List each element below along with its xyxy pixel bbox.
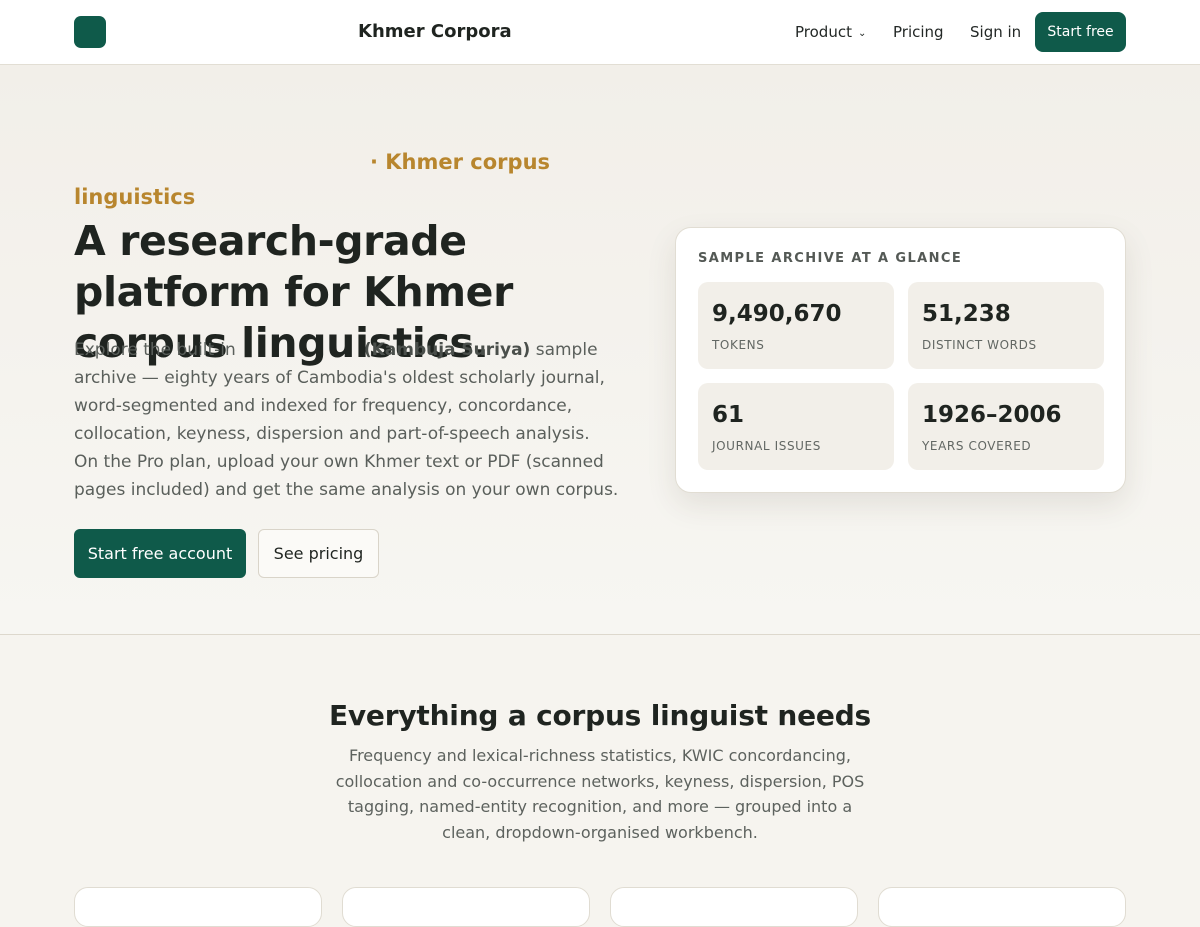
nav-sign-in-link[interactable]: Sign in: [970, 0, 1021, 64]
start-free-button[interactable]: Start free: [1035, 12, 1126, 52]
stat-value: 1926–2006: [922, 402, 1062, 428]
stat-label: TOKENS: [712, 338, 765, 352]
features-subtitle: Frequency and lexical-richness statistic…: [335, 746, 865, 842]
feature-card: [878, 887, 1126, 927]
stats-heading: SAMPLE ARCHIVE AT A GLANCE: [698, 251, 963, 266]
stat-label: JOURNAL ISSUES: [712, 439, 821, 453]
features-title: Everything a corpus linguist needs: [328, 699, 872, 732]
hero-eyebrow: · Khmer corpus linguistics: [74, 150, 551, 209]
nav-product-label: Product: [795, 23, 852, 41]
stat-label: DISTINCT WORDS: [922, 338, 1037, 352]
chevron-down-icon: ⌄: [857, 27, 867, 39]
hero-description: Explore the built-in (Kambuja Suriya) sam…: [74, 336, 619, 504]
feature-card: [74, 887, 322, 927]
stat-value: 61: [712, 402, 745, 428]
stat-years-covered: 1926–2006 YEARS COVERED: [908, 383, 1104, 470]
nav-pricing-link[interactable]: Pricing: [893, 0, 944, 64]
hero-description-start: Explore the built-in: [74, 340, 236, 360]
start-free-account-button[interactable]: Start free account: [74, 529, 246, 578]
stat-value: 9,490,670: [712, 301, 842, 327]
archive-stats-card: SAMPLE ARCHIVE AT A GLANCE 9,490,670 TOK…: [675, 227, 1126, 493]
top-navigation-bar: Khmer Corpora Product ⌄ Pricing Sign in …: [0, 0, 1200, 65]
stat-value: 51,238: [922, 301, 1011, 327]
feature-card: [610, 887, 858, 927]
stat-tokens: 9,490,670 TOKENS: [698, 282, 894, 369]
feature-card: [342, 887, 590, 927]
stat-label: YEARS COVERED: [922, 439, 1032, 453]
nav-product-dropdown[interactable]: Product ⌄: [795, 0, 866, 64]
see-pricing-button[interactable]: See pricing: [258, 529, 379, 578]
hero-description-rest: sample archive — eighty years of Cambodi…: [74, 340, 619, 500]
brand-name[interactable]: Khmer Corpora: [358, 21, 512, 42]
stat-distinct-words: 51,238 DISTINCT WORDS: [908, 282, 1104, 369]
hero-description-journal-name: (Kambuja Suriya): [363, 340, 531, 360]
stat-journal-issues: 61 JOURNAL ISSUES: [698, 383, 894, 470]
features-section: Everything a corpus linguist needs Frequ…: [0, 635, 1200, 927]
logo[interactable]: [74, 16, 106, 48]
